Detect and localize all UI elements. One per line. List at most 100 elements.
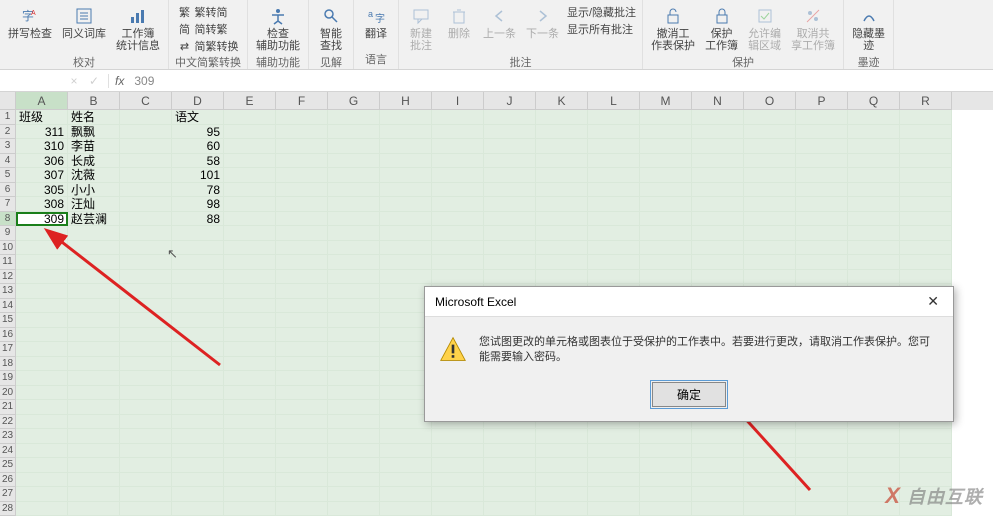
cell[interactable] <box>380 458 432 473</box>
cell[interactable] <box>432 197 484 212</box>
cell[interactable] <box>796 212 848 227</box>
cell[interactable] <box>328 226 380 241</box>
cell[interactable] <box>276 357 328 372</box>
cell[interactable] <box>172 444 224 459</box>
cell[interactable] <box>68 458 120 473</box>
cell[interactable] <box>692 183 744 198</box>
ribbon-button[interactable]: 同义词库 <box>60 4 108 42</box>
cell[interactable] <box>900 139 952 154</box>
cell[interactable] <box>848 183 900 198</box>
column-header[interactable]: H <box>380 92 432 110</box>
cell[interactable] <box>328 429 380 444</box>
ribbon-button[interactable]: 新建批注 <box>405 4 437 54</box>
ribbon-button[interactable]: 工作簿统计信息 <box>114 4 162 54</box>
cell[interactable] <box>744 110 796 125</box>
cell[interactable] <box>224 197 276 212</box>
cell[interactable] <box>16 342 68 357</box>
cell[interactable] <box>328 212 380 227</box>
cell[interactable] <box>536 110 588 125</box>
cell[interactable] <box>328 125 380 140</box>
cell[interactable]: 姓名 <box>68 110 120 125</box>
cell[interactable] <box>276 139 328 154</box>
cell[interactable] <box>640 270 692 285</box>
cell[interactable] <box>640 502 692 517</box>
cell[interactable] <box>276 342 328 357</box>
cell[interactable] <box>744 444 796 459</box>
cell[interactable] <box>536 154 588 169</box>
cell[interactable] <box>588 197 640 212</box>
cell[interactable] <box>68 502 120 517</box>
cell[interactable] <box>224 212 276 227</box>
cell[interactable] <box>224 386 276 401</box>
cell[interactable] <box>900 241 952 256</box>
cell[interactable] <box>224 342 276 357</box>
fx-label[interactable]: fx <box>109 74 130 88</box>
cell[interactable] <box>328 139 380 154</box>
cell[interactable] <box>484 502 536 517</box>
cell[interactable] <box>172 299 224 314</box>
cell[interactable] <box>120 168 172 183</box>
cell[interactable] <box>68 386 120 401</box>
cell[interactable] <box>276 110 328 125</box>
cell[interactable] <box>744 154 796 169</box>
cell[interactable] <box>900 168 952 183</box>
cell[interactable] <box>276 444 328 459</box>
cell[interactable] <box>640 444 692 459</box>
cell[interactable] <box>68 342 120 357</box>
cell[interactable] <box>796 125 848 140</box>
cell[interactable] <box>692 139 744 154</box>
cell[interactable] <box>744 487 796 502</box>
column-header[interactable]: A <box>16 92 68 110</box>
cell[interactable] <box>848 154 900 169</box>
cell[interactable] <box>432 444 484 459</box>
cancel-icon[interactable]: × <box>66 74 82 88</box>
cell[interactable] <box>172 487 224 502</box>
cell[interactable] <box>276 183 328 198</box>
cell[interactable] <box>536 197 588 212</box>
cell[interactable] <box>224 270 276 285</box>
cell[interactable] <box>380 429 432 444</box>
ribbon-button[interactable]: 上一条 <box>481 4 518 42</box>
cell[interactable] <box>172 328 224 343</box>
cell[interactable] <box>172 284 224 299</box>
cell[interactable] <box>224 255 276 270</box>
cell[interactable] <box>276 270 328 285</box>
cell[interactable]: 58 <box>172 154 224 169</box>
cell[interactable] <box>276 458 328 473</box>
column-header[interactable]: M <box>640 92 692 110</box>
cell[interactable] <box>484 226 536 241</box>
cell[interactable] <box>796 183 848 198</box>
cell[interactable]: 307 <box>16 168 68 183</box>
row-header[interactable]: 21 <box>0 400 16 415</box>
row-header[interactable]: 16 <box>0 328 16 343</box>
cell[interactable] <box>796 255 848 270</box>
cell[interactable] <box>120 125 172 140</box>
cell[interactable] <box>120 255 172 270</box>
cell[interactable] <box>484 110 536 125</box>
cell[interactable]: 308 <box>16 197 68 212</box>
cell[interactable] <box>848 197 900 212</box>
cell[interactable] <box>172 502 224 517</box>
cell[interactable] <box>224 328 276 343</box>
cell[interactable] <box>328 270 380 285</box>
cell[interactable] <box>432 429 484 444</box>
cell[interactable] <box>640 226 692 241</box>
row-header[interactable]: 19 <box>0 371 16 386</box>
cell[interactable] <box>900 458 952 473</box>
enter-icon[interactable]: ✓ <box>86 74 102 88</box>
cell[interactable] <box>900 226 952 241</box>
cell[interactable] <box>640 110 692 125</box>
cell[interactable] <box>224 313 276 328</box>
cell[interactable]: 311 <box>16 125 68 140</box>
cell[interactable] <box>432 183 484 198</box>
cell[interactable] <box>484 487 536 502</box>
cell[interactable] <box>68 313 120 328</box>
cell[interactable] <box>692 226 744 241</box>
row-header[interactable]: 27 <box>0 487 16 502</box>
cell[interactable] <box>120 386 172 401</box>
cell[interactable] <box>588 255 640 270</box>
cell[interactable] <box>16 357 68 372</box>
cell[interactable] <box>276 154 328 169</box>
cell[interactable] <box>588 458 640 473</box>
cell[interactable] <box>536 168 588 183</box>
